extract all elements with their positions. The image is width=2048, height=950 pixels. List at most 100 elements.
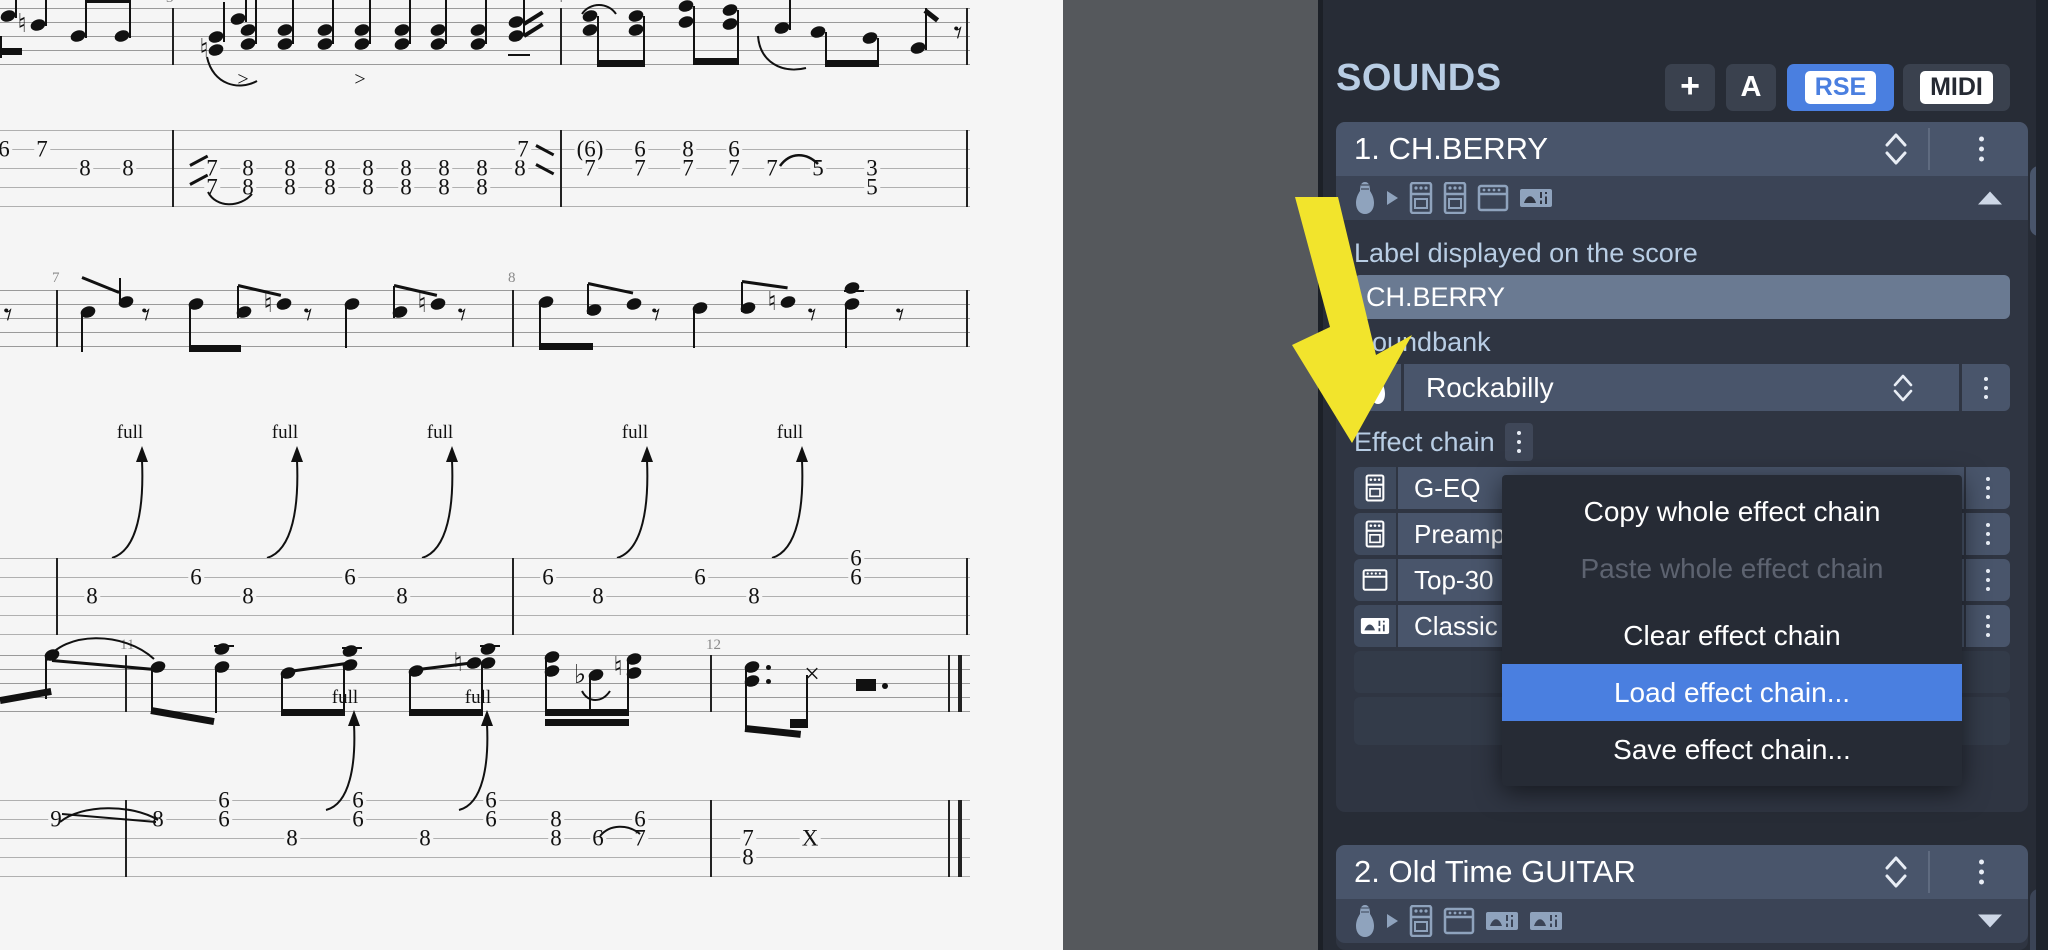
rack-icon [1354,605,1396,647]
effect-label: Classic [1414,610,1498,641]
track-2-menu-button[interactable] [1979,859,1984,885]
rack-icon [1520,189,1552,207]
kebab-icon [1979,859,1984,885]
midi-label: MIDI [1920,71,1993,104]
bend-label: full [621,422,649,443]
track-2-title: 2. Old Time GUITAR [1354,854,1636,889]
automation-button[interactable]: A [1726,64,1776,111]
track-1-title: 1. CH.BERRY [1354,131,1549,166]
soundbank-value[interactable]: Rockabilly [1404,364,1959,411]
measure-number: 11 [120,637,135,653]
page-title: SOUNDS [1336,57,1502,99]
rest: 𝄾 [895,297,905,334]
divider [1928,851,1930,893]
kebab-icon [1986,523,1990,545]
bend-label: full [271,422,299,443]
rest: 𝄾 [141,297,151,334]
midi-toggle-button[interactable]: MIDI [1903,64,2010,111]
bend-label: full [464,687,492,708]
menu-item-copy-chain[interactable]: Copy whole effect chain [1502,483,1962,540]
divider [1928,128,1930,170]
rest: 𝄾 [651,297,661,334]
track-2-chain-preview [1336,899,2028,943]
bend-label: full [116,422,144,443]
score-system-1: 3 4 ♮ ♮ [0,0,970,230]
pedal-icon [1354,513,1396,555]
rest: 𝄾 [807,297,817,334]
measure-number: 7 [52,270,60,286]
menu-item-save-chain[interactable]: Save effect chain... [1502,721,1962,778]
rack-icon [1486,912,1518,930]
pedal-icon [1409,905,1433,937]
tablature: full full 9 8 6 6 8 6 6 8 6 6 8 8 6 6 7 … [0,687,970,880]
add-track-button[interactable]: + [1665,64,1715,111]
measure-number: 3 [166,0,174,7]
measure-number: 12 [706,637,721,653]
guitar-icon [1356,905,1374,937]
tablature: 6 7 8 8 7 7 8 8 8 8 8 8 8 8 8 8 8 8 8 8 … [0,130,970,210]
effect-label: Top-30 [1414,564,1494,595]
effect-label: G-EQ [1414,472,1481,503]
effect-menu-button[interactable] [1966,559,2010,601]
score-system-4: 11 12 ♮ [0,637,970,877]
menu-separator [1502,597,1962,607]
panel-scrollbar[interactable] [2036,0,2048,950]
track-2-titlebar[interactable]: 2. Old Time GUITAR [1336,845,2028,899]
play-arrow-icon [1387,914,1398,928]
bend-arrow [266,446,303,559]
bend-arrow [771,446,808,559]
bend-arrow [616,446,653,559]
bend-arrow [111,446,148,559]
kebab-icon [1516,431,1521,453]
bend-label: full [331,687,359,708]
amp-icon [1354,559,1396,601]
track-2-reorder-icon[interactable] [1882,854,1910,890]
kebab-icon [1986,569,1990,591]
tablature: 8 6 8 6 8 6 8 6 8 6 6 [0,546,970,638]
track-1-titlebar[interactable]: 1. CH.BERRY [1336,122,2028,176]
kebab-icon [1986,477,1990,499]
rse-label: RSE [1804,71,1877,104]
editor-gutter [1063,0,1320,950]
score-view[interactable]: 3 4 ♮ ♮ [0,0,1063,950]
track-1-reorder-icon[interactable] [1882,131,1910,167]
soundbank-updown-icon[interactable] [1891,372,1915,404]
score-system-2: 7 8 𝄾 𝄾 ♮ 𝄾 ♮ 𝄾 𝄾 ♮ 𝄾 𝄾 [0,270,970,410]
bend-label: full [776,422,804,443]
rest: 𝄾 [3,297,13,334]
kebab-icon [1984,376,1988,399]
effect-menu-button[interactable] [1966,513,2010,555]
collapse-track-icon[interactable] [1978,191,2002,205]
score-system-3: full full full full full 8 6 8 6 8 6 8 6… [0,410,970,635]
effect-chain-menu-button[interactable] [1504,423,1533,461]
kebab-icon [1979,136,1984,162]
effect-label: Preamp [1414,518,1506,549]
menu-item-load-chain[interactable]: Load effect chain... [1502,664,1962,721]
bend-arrow [421,446,458,559]
rest: 𝄾 [303,297,313,334]
accent-mark: > [354,68,366,91]
effect-chain-context-menu: Copy whole effect chain Paste whole effe… [1502,475,1962,786]
amp-icon [1443,907,1475,935]
accent-mark: > [237,68,249,91]
bend-label: full [426,422,454,443]
measure-number: 4 [556,0,564,7]
track-card-2: 2. Old Time GUITAR [1336,845,2048,950]
menu-item-clear-chain[interactable]: Clear effect chain [1502,607,1962,664]
rest: 𝄾 [953,15,963,52]
rest: 𝄾 [457,297,467,334]
rse-toggle-button[interactable]: RSE [1787,64,1894,111]
annotation-arrow [1292,197,1412,443]
menu-item-paste-chain: Paste whole effect chain [1580,552,1884,584]
measure-number: 8 [508,270,516,286]
slur [206,56,258,87]
effect-menu-button[interactable] [1966,467,2010,509]
automation-icon: A [1740,71,1762,103]
track-1-menu-button[interactable] [1979,136,1984,162]
expand-track-icon[interactable] [1978,914,2002,928]
pedal-icon [1354,467,1396,509]
slide [59,807,159,823]
rack-icon [1530,912,1562,930]
soundbank-menu-button[interactable] [1962,364,2010,411]
effect-menu-button[interactable] [1966,605,2010,647]
